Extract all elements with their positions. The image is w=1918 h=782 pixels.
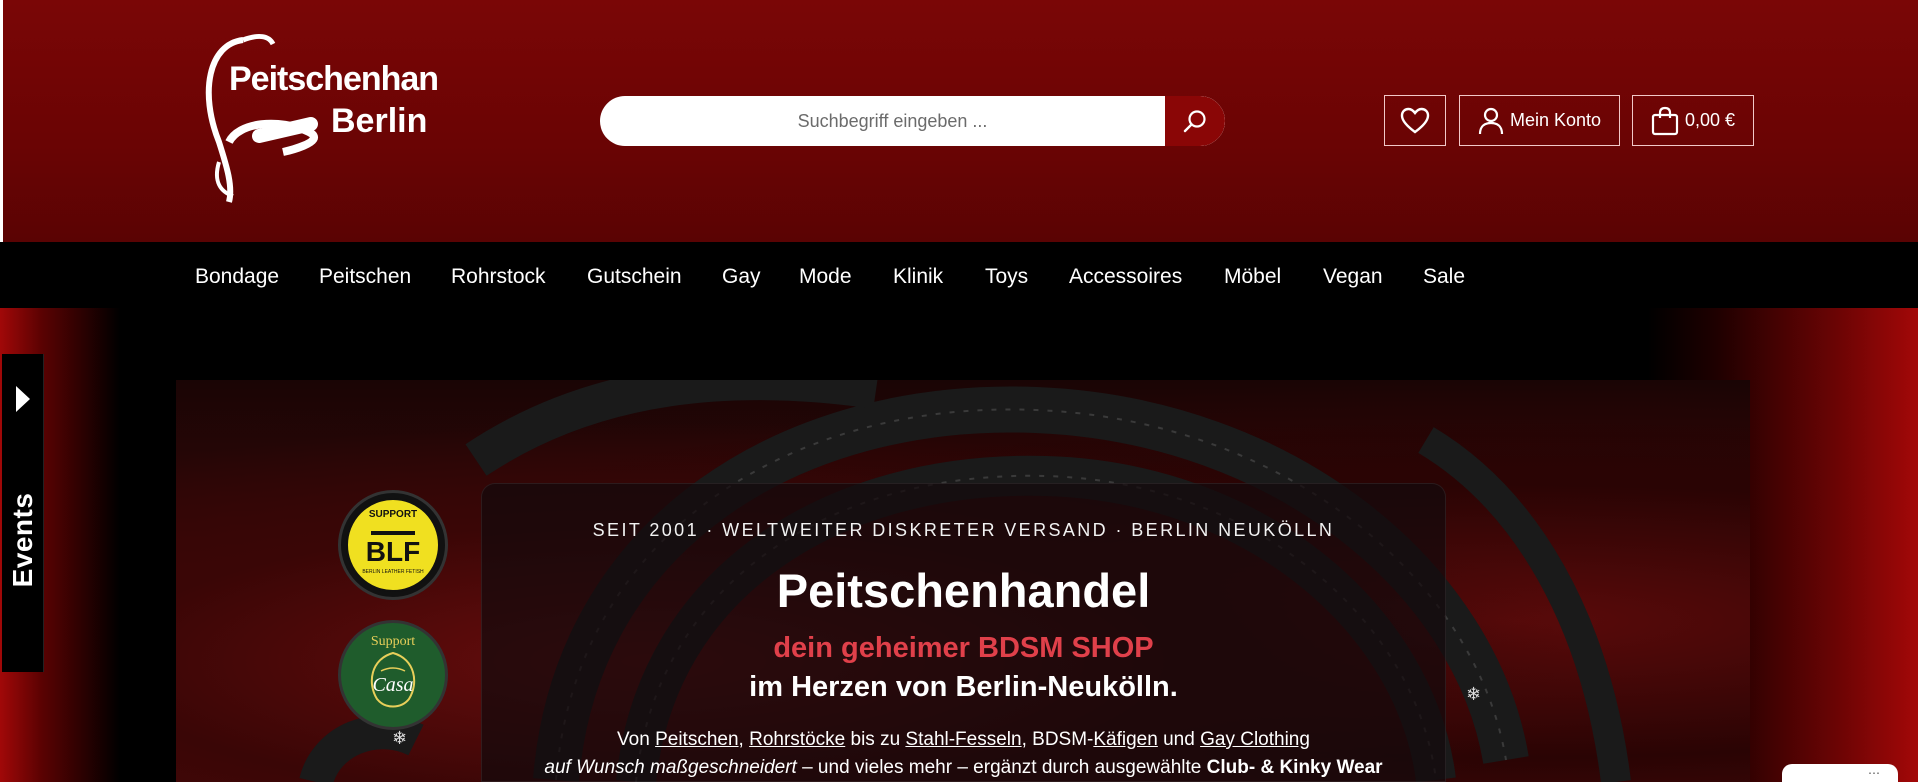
hero-text-fragment: , BDSM- (1021, 729, 1094, 750)
snowflake-icon: ❄ (1466, 684, 1482, 704)
search-input[interactable] (600, 96, 1165, 146)
cart-total: 0,00 € (1684, 110, 1736, 130)
logo-text-line1: Peitschenhandel (229, 60, 439, 98)
link-stahl-fesseln[interactable]: Stahl-Fesseln (905, 729, 1021, 750)
hero-subtitle: dein geheimer BDSM SHOP (773, 632, 1154, 664)
blf-badge-main-text: BLF (366, 536, 420, 567)
play-arrow-icon (16, 386, 30, 412)
casa-logo-icon: Support Casa (370, 634, 415, 708)
casa-badge-main-text: Casa (372, 674, 413, 696)
chat-widget[interactable]: ⋯ (1782, 764, 1898, 782)
hero-title: Peitschenhandel (776, 564, 1151, 617)
casa-support-badge[interactable]: Support Casa (338, 620, 448, 730)
heart-icon (1400, 107, 1430, 133)
nav-item-sale[interactable]: Sale (1423, 266, 1465, 287)
search-button[interactable] (1165, 96, 1225, 146)
nav-item-gay[interactable]: Gay (722, 266, 761, 287)
blf-badge-bottom-text: BERLIN LEATHER FETISH (362, 569, 424, 575)
site-header: Peitschenhandel Berlin Mein Konto 0,00 € (0, 0, 1918, 242)
whip-logo-icon: Peitschenhandel Berlin (205, 34, 485, 203)
nav-item-accessoires[interactable]: Accessoires (1069, 266, 1182, 287)
hero-text-fragment: und (1157, 729, 1201, 750)
nav-item-rohrstock[interactable]: Rohrstock (451, 266, 546, 287)
hero-description-line2: auf Wunsch maßgeschneidert – und vieles … (482, 754, 1445, 782)
hero-content-box: SEIT 2001 · WELTWEITER DISKRETER VERSAND… (481, 483, 1446, 782)
blf-support-badge[interactable]: SUPPORT BLF BERLIN LEATHER FETISH (338, 490, 448, 600)
shopping-bag-icon (1651, 106, 1679, 135)
blf-badge-top-text: SUPPORT (369, 509, 417, 520)
events-side-tab[interactable]: Events (2, 354, 44, 672)
logo-text-line2: Berlin (331, 102, 427, 140)
hero-text-italic: auf Wunsch maßgeschneidert (544, 757, 797, 778)
hero-text-bold: Club- & Kinky Wear (1206, 757, 1383, 778)
nav-item-mode[interactable]: Mode (799, 266, 852, 287)
nav-item-moebel[interactable]: Möbel (1224, 266, 1281, 287)
search-icon (1183, 110, 1206, 133)
site-logo[interactable]: Peitschenhandel Berlin (199, 32, 485, 210)
snowflake-icon: ❄ (392, 728, 408, 748)
hero-text-fragment: bis zu (845, 729, 906, 750)
hero-subtitle-2: im Herzen von Berlin-Neukölln. (749, 671, 1178, 703)
nav-item-klinik[interactable]: Klinik (893, 266, 943, 287)
hero-text-fragment: – und vieles mehr – ergänzt durch ausgew… (796, 757, 1207, 778)
cart-button[interactable]: 0,00 € (1632, 95, 1754, 146)
nav-item-toys[interactable]: Toys (985, 266, 1028, 287)
nav-item-gutschein[interactable]: Gutschein (587, 266, 682, 287)
nav-item-vegan[interactable]: Vegan (1323, 266, 1383, 287)
hero-tagline: SEIT 2001 · WELTWEITER DISKRETER VERSAND… (592, 520, 1335, 540)
hero-text-fragment: Von (617, 729, 656, 750)
hero-description-line1: Von Peitschen, Rohrstöcke bis zu Stahl-F… (482, 726, 1445, 754)
link-rohrstoecke[interactable]: Rohrstöcke (749, 729, 845, 750)
link-gay-clothing[interactable]: Gay Clothing (1200, 729, 1310, 750)
account-button[interactable]: Mein Konto (1459, 95, 1620, 146)
account-label: Mein Konto (1509, 110, 1602, 130)
hero-text-fragment: , (738, 729, 750, 750)
user-icon (1478, 107, 1504, 134)
blf-logo-icon: SUPPORT BLF BERLIN LEATHER FETISH (346, 498, 440, 592)
events-label: Events (6, 492, 38, 588)
wishlist-button[interactable] (1384, 95, 1446, 146)
link-peitschen[interactable]: Peitschen (655, 729, 738, 750)
nav-item-peitschen[interactable]: Peitschen (319, 266, 411, 287)
casa-badge-top-text: Support (371, 634, 415, 649)
more-options-icon: ⋯ (1868, 766, 1880, 780)
search-bar (600, 96, 1225, 146)
main-navigation: Bondage Peitschen Rohrstock Gutschein Ga… (0, 242, 1918, 308)
nav-item-bondage[interactable]: Bondage (195, 266, 279, 287)
link-kaefigen[interactable]: Käfigen (1093, 729, 1157, 750)
